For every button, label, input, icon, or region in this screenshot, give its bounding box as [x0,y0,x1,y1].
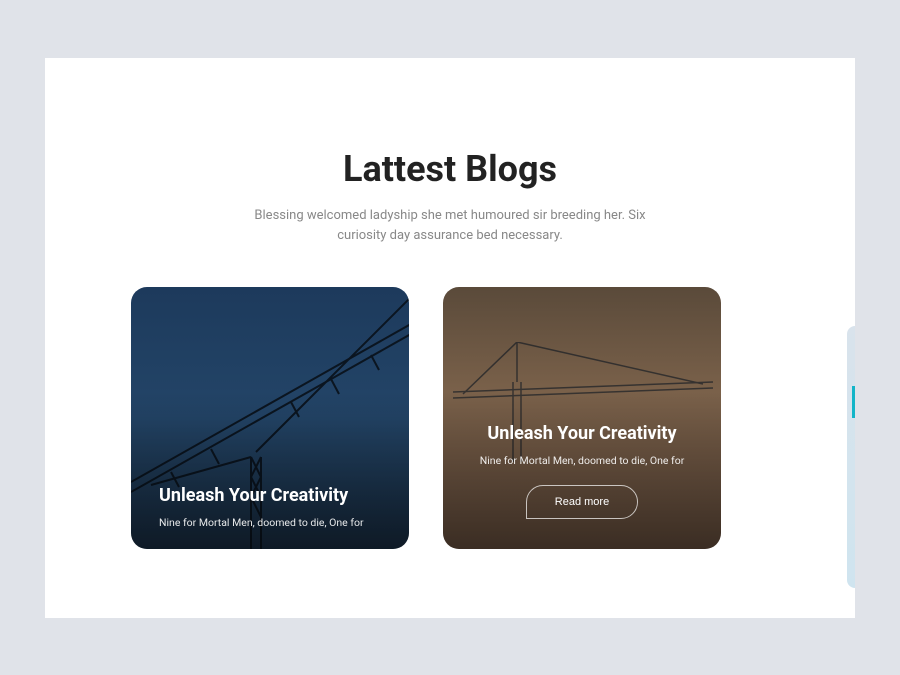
blog-card-carousel[interactable]: Unleash Your Creativity Nine for Mortal … [45,287,855,549]
section-description: Blessing welcomed ladyship she met humou… [250,206,650,248]
blog-card[interactable]: Unleash Your Creativity Nine for Mortal … [131,287,409,549]
read-more-button[interactable]: Read more [526,485,638,519]
card-excerpt: Nine for Mortal Men, doomed to die, One … [471,454,693,467]
card-content: Unleash Your Creativity Nine for Mortal … [131,485,409,529]
blog-section: Lattest Blogs Blessing welcomed ladyship… [45,58,855,618]
card-excerpt: Nine for Mortal Men, doomed to die, One … [159,516,381,529]
carousel-accent [852,386,855,418]
card-title: Unleash Your Creativity [159,485,381,506]
blog-card[interactable]: Unleash Your Creativity Nine for Mortal … [443,287,721,549]
card-content: Unleash Your Creativity Nine for Mortal … [443,423,721,519]
next-card-peek[interactable] [847,326,855,588]
card-title: Unleash Your Creativity [471,423,693,444]
section-title: Lattest Blogs [45,148,855,190]
